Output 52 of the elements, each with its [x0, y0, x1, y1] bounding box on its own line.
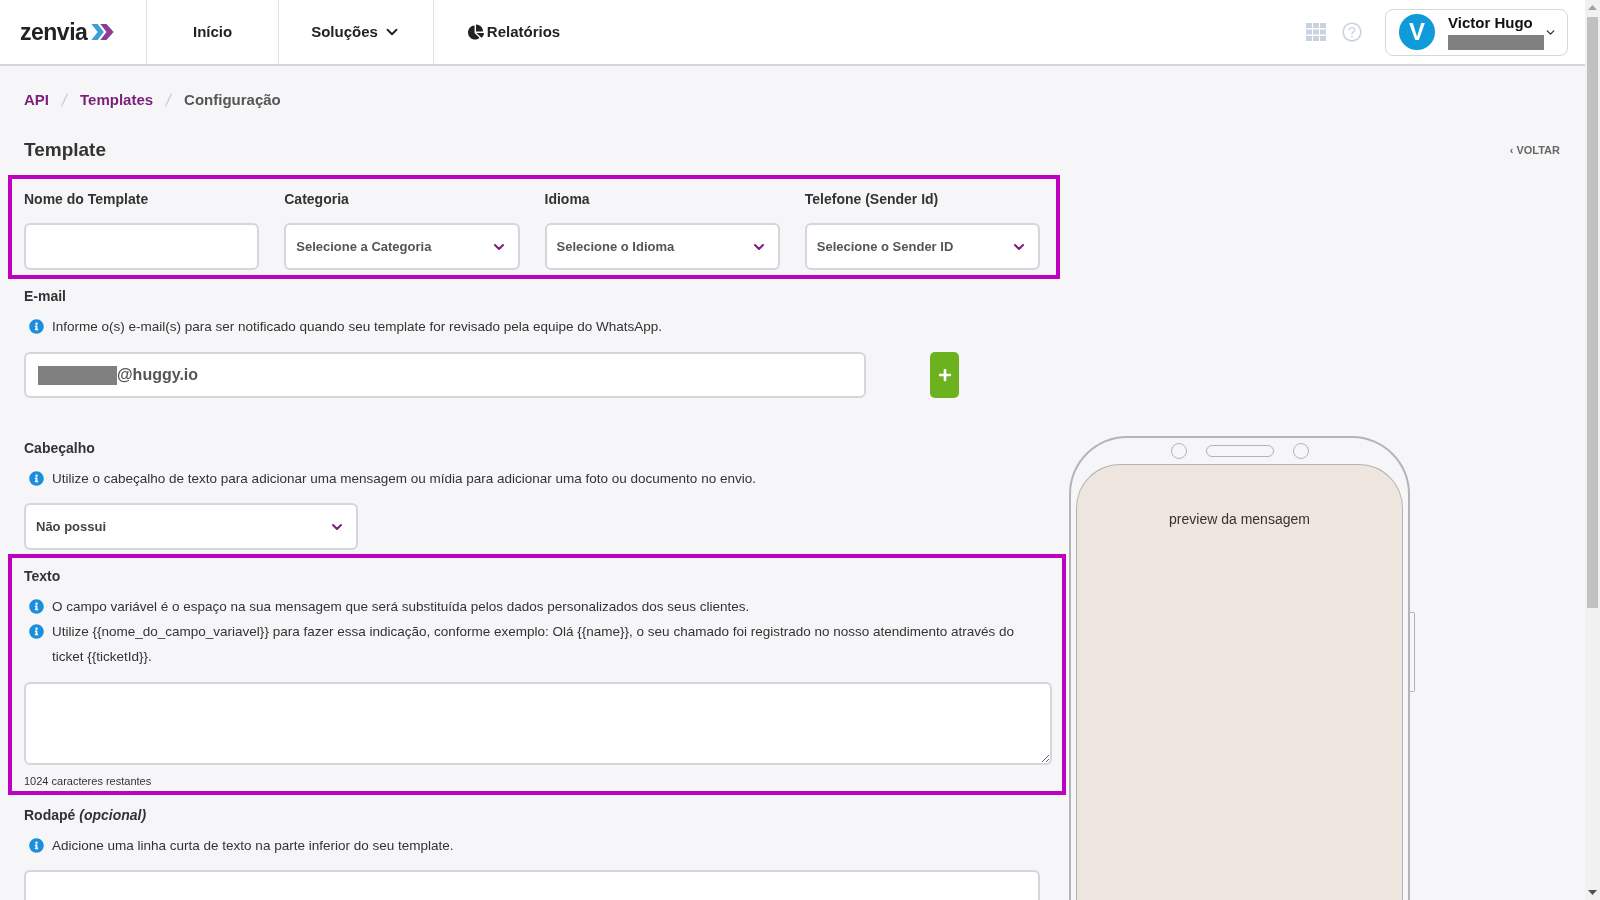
info-icon	[29, 319, 44, 334]
double-chevron-icon	[91, 24, 115, 40]
info-icon	[29, 599, 44, 614]
message-textarea[interactable]	[24, 682, 1052, 765]
info-text: Adicione uma linha curta de texto na parte inferior do seu template.	[52, 837, 454, 855]
dropdown-select[interactable]: Selecione a Categoria	[284, 223, 520, 270]
info-text: Utilize o cabeçalho de texto para adicionar uma mensagem ou mídia para adicionar uma foto ou documento no envio.	[52, 470, 756, 488]
breadcrumb-separator-icon	[165, 93, 173, 107]
plus-icon	[937, 368, 952, 382]
add-email-button[interactable]	[930, 352, 959, 398]
scrollbar-thumb[interactable]	[1587, 17, 1598, 608]
info-icon	[29, 624, 44, 639]
page-title: Template	[24, 138, 106, 162]
email-value: @huggy.io	[117, 365, 199, 385]
scroll-up-arrow-icon[interactable]	[1588, 5, 1597, 10]
info-text: Utilize {{nome_do_campo_variavel}} para fazer essa indicação, conforme exemplo: Olá {{name}}, o seu chamado foi registrado no nosso atendimento através do ticket {{ticketId}}.	[52, 623, 1016, 666]
breadcrumb-link[interactable]: Templates	[80, 90, 154, 110]
help-icon[interactable]	[1341, 21, 1363, 43]
apps-grid-icon[interactable]	[1306, 23, 1326, 41]
field-label: Texto	[24, 567, 61, 586]
user-menu[interactable]: V Victor Hugo	[1385, 8, 1568, 56]
dropdown-select[interactable]: Selecione o Idioma	[544, 223, 780, 270]
logo-text: zenvia	[20, 20, 88, 44]
info-text: O campo variável é o espaço na sua mensagem que será substituída pelos dados personalizados dos seus clientes.	[52, 598, 750, 616]
back-link[interactable]: ‹ VOLTAR	[1509, 141, 1560, 159]
breadcrumb-link[interactable]: API	[24, 90, 49, 110]
header-type-select[interactable]: Não possui	[24, 503, 358, 550]
dropdown-select[interactable]: Selecione o Sender ID	[804, 223, 1040, 270]
nav-dropdown[interactable]: Soluções	[279, 0, 434, 64]
pie-chart-icon	[467, 24, 484, 40]
scroll-down-arrow-icon[interactable]	[1588, 890, 1597, 895]
info-text: Informe o(s) e-mail(s) para ser notificado quando seu template for revisado pela equipe do WhatsApp.	[52, 318, 663, 336]
field-label: Categoria	[284, 190, 349, 209]
breadcrumb-separator-icon	[61, 93, 68, 107]
breadcrumb-current-page: Configuração	[184, 90, 281, 110]
text-input[interactable]	[24, 223, 260, 270]
footer-input[interactable]	[24, 870, 1040, 900]
field-label: Rodapé (opcional)	[24, 806, 147, 825]
user-name: Victor Hugo	[1448, 14, 1533, 32]
field-label: Nome do Template	[24, 190, 149, 209]
preview-text: preview da mensagem	[1169, 510, 1310, 529]
field-label: Idioma	[544, 190, 590, 209]
char-counter: 1024 caracteres restantes	[24, 774, 152, 788]
field-label: Telefone (Sender Id)	[804, 190, 939, 209]
nav-link[interactable]: Relatórios	[433, 0, 595, 64]
info-icon	[29, 471, 44, 486]
info-icon	[29, 838, 44, 853]
nav-link[interactable]: Início	[147, 0, 280, 64]
avatar: V	[1399, 14, 1435, 50]
email-input[interactable]: @huggy.io	[24, 352, 866, 398]
field-label: E-mail	[24, 287, 66, 306]
field-label: Cabeçalho	[24, 439, 95, 458]
